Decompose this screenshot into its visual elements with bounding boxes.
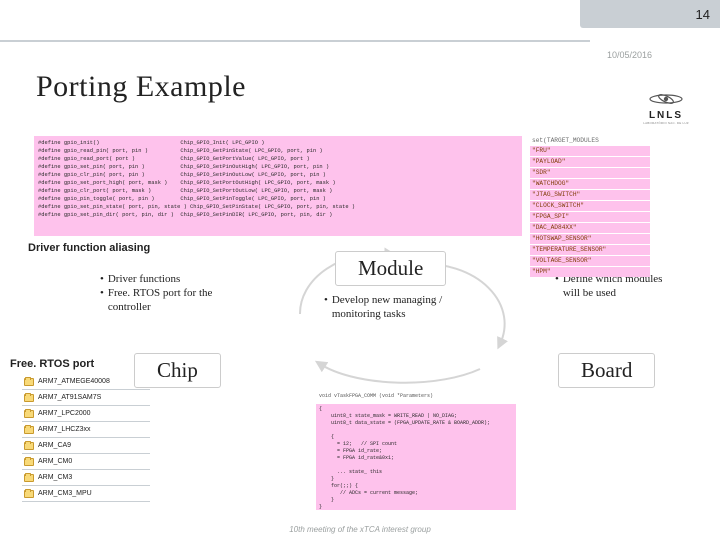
folder-name: ARM7_LPC2000 <box>38 410 91 417</box>
module-list-item: "VOLTAGE_SENSOR" <box>530 256 650 266</box>
module-list-item: "HPM" <box>530 267 650 277</box>
module-list-item: "PAYLOAD" <box>530 157 650 167</box>
folder-icon <box>24 458 34 466</box>
module-list-item: "WATCHDOG" <box>530 179 650 189</box>
module-list: set(TARGET_MODULES "FRU" "PAYLOAD" "SDR"… <box>530 136 650 278</box>
chip-bullet-1: Free. RTOS port for the controller <box>108 286 230 314</box>
folder-name: ARM_CM3 <box>38 474 72 481</box>
folder-icon <box>24 410 34 418</box>
logo-text: LNLS <box>636 110 696 121</box>
code-task-block: { uint8_t state_mask = WRITE_READ | NO_D… <box>316 404 516 510</box>
folder-row: ARM_CM3_MPU <box>22 486 150 502</box>
chip-bullet-0: Driver functions <box>108 272 180 286</box>
module-heading: Module <box>335 251 446 286</box>
folder-list: ARM7_ATMEGE40008 ARM7_AT91SAM7S ARM7_LPC… <box>22 374 150 502</box>
folder-icon <box>24 442 34 450</box>
folder-row: ARM7_ATMEGE40008 <box>22 374 150 390</box>
code-task-header: void vTaskFPGA_COMM (void *Parameters) <box>316 392 516 402</box>
folder-name: ARM_CM0 <box>38 458 72 465</box>
module-bullets: •Develop new managing / monitoring tasks <box>324 293 444 321</box>
folder-row: ARM_CM0 <box>22 454 150 470</box>
folder-icon <box>24 378 34 386</box>
label-freertos-port: Free. RTOS port <box>10 358 94 370</box>
module-list-item: "CLOCK_SWITCH" <box>530 201 650 211</box>
module-list-item: "TEMPERATURE_SENSOR" <box>530 245 650 255</box>
folder-icon <box>24 426 34 434</box>
module-list-item: "JTAG_SWITCH" <box>530 190 650 200</box>
folder-icon <box>24 474 34 482</box>
slide-date: 10/05/2016 <box>607 50 652 60</box>
top-divider <box>0 40 590 42</box>
page-number-badge: 14 <box>580 0 720 28</box>
folder-icon <box>24 490 34 498</box>
slide-footer: 10th meeting of the xTCA interest group <box>0 525 720 534</box>
folder-row: ARM_CA9 <box>22 438 150 454</box>
folder-row: ARM7_LPC2000 <box>22 406 150 422</box>
module-list-item: "FPGA_SPI" <box>530 212 650 222</box>
folder-icon <box>24 394 34 402</box>
folder-name: ARM7_AT91SAM7S <box>38 394 101 401</box>
module-list-item: "DAC_AD84XX" <box>530 223 650 233</box>
module-bullet-0: Develop new managing / monitoring tasks <box>332 293 444 321</box>
module-list-item: "FRU" <box>530 146 650 156</box>
code-define-block: #define gpio_init() Chip_GPIO_Init( LPC_… <box>34 136 522 236</box>
logo-subtext: LABORATÓRIO NAC. DE LUZ <box>636 121 696 125</box>
folder-row: ARM7_LHCZ3xx <box>22 422 150 438</box>
logo-icon <box>648 90 684 108</box>
folder-name: ARM7_LHCZ3xx <box>38 426 91 433</box>
module-list-item: "HOTSWAP_SENSOR" <box>530 234 650 244</box>
folder-name: ARM7_ATMEGE40008 <box>38 378 110 385</box>
chip-bullets: •Driver functions •Free. RTOS port for t… <box>100 272 230 314</box>
slide-title: Porting Example <box>36 70 246 104</box>
folder-row: ARM7_AT91SAM7S <box>22 390 150 406</box>
folder-name: ARM_CA9 <box>38 442 71 449</box>
folder-row: ARM_CM3 <box>22 470 150 486</box>
module-list-item: "SDR" <box>530 168 650 178</box>
label-driver-aliasing: Driver function aliasing <box>28 242 150 254</box>
folder-name: ARM_CM3_MPU <box>38 490 92 497</box>
module-list-heading: set(TARGET_MODULES <box>530 136 650 146</box>
board-heading: Board <box>558 353 655 388</box>
lnls-logo: LNLS LABORATÓRIO NAC. DE LUZ <box>636 90 696 125</box>
page-number: 14 <box>696 7 710 22</box>
